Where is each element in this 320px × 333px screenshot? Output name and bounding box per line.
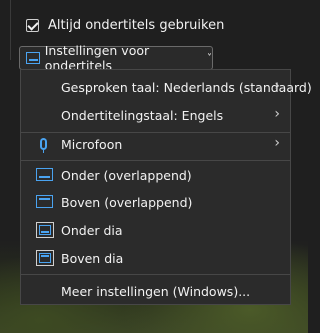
subtitle-settings-menu: Gesproken taal: Nederlands (standaard) ›…	[20, 69, 312, 305]
menu-item-label: Ondertitelingstaal: Engels	[61, 107, 224, 123]
menu-item-spoken-language[interactable]: Gesproken taal: Nederlands (standaard) ›	[21, 73, 312, 101]
chevron-right-icon: ›	[274, 106, 280, 122]
checkbox-checked-icon[interactable]	[26, 18, 39, 32]
menu-item-label: Boven (overlappend)	[61, 194, 193, 210]
menu-item-microphone[interactable]: Microfoon ›	[21, 130, 290, 158]
menu-item-below-slide[interactable]: Onder dia	[21, 216, 290, 244]
above-slide-icon	[36, 250, 54, 266]
chevron-down-icon: ˅	[207, 52, 212, 64]
menu-separator	[21, 274, 290, 275]
divider	[10, 0, 11, 60]
menu-item-top-overlapping[interactable]: Boven (overlappend)	[21, 188, 290, 216]
menu-item-subtitle-language[interactable]: Ondertitelingstaal: Engels ›	[21, 101, 290, 129]
menu-item-label: Meer instellingen (Windows)...	[61, 283, 251, 299]
chevron-right-icon: ›	[274, 78, 280, 94]
menu-item-label: Onder (overlappend)	[61, 167, 192, 183]
menu-item-more-settings[interactable]: Meer instellingen (Windows)...	[21, 277, 290, 305]
always-subtitles-checkbox-row[interactable]: Altijd ondertitels gebruiken	[26, 15, 224, 35]
menu-item-label: Microfoon	[61, 136, 123, 152]
subtitles-icon	[26, 52, 40, 64]
menu-item-label: Boven dia	[61, 250, 124, 266]
subtitle-settings-button[interactable]: Instellingen voor ondertitels ˅	[19, 43, 213, 73]
always-subtitles-label: Altijd ondertitels gebruiken	[48, 17, 225, 33]
top-overlay-icon	[36, 195, 53, 208]
menu-item-label: Onder dia	[61, 222, 123, 238]
menu-item-above-slide[interactable]: Boven dia	[21, 244, 290, 272]
bottom-overlay-icon	[36, 168, 53, 181]
microphone-icon	[40, 138, 47, 153]
below-slide-icon	[36, 222, 54, 238]
menu-item-bottom-overlapping[interactable]: Onder (overlappend)	[21, 161, 290, 189]
chevron-right-icon: ›	[274, 135, 280, 151]
